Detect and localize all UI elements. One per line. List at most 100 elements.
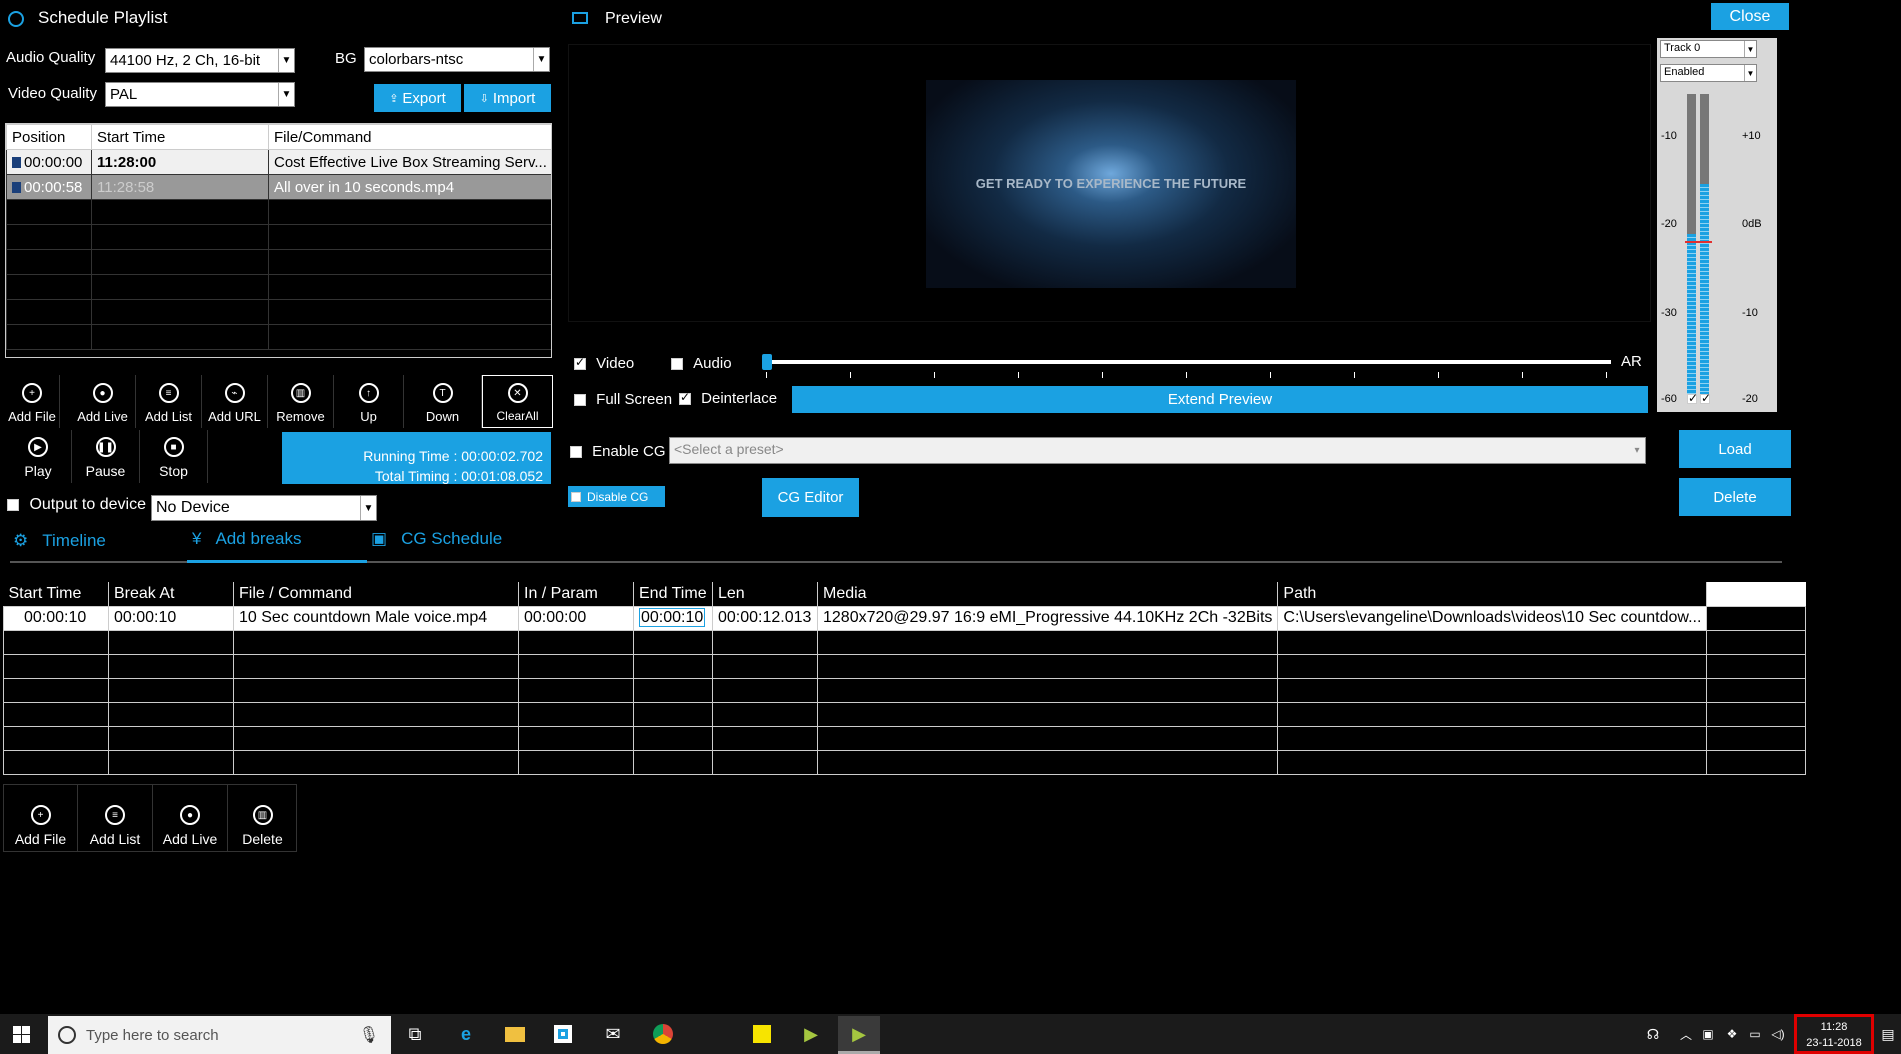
stop-button[interactable]: ■ Stop — [140, 430, 208, 483]
position-slider-thumb[interactable] — [762, 354, 772, 370]
add-live-button[interactable]: ● Add Live — [70, 375, 136, 428]
remove-button[interactable]: ▥ Remove — [268, 375, 334, 428]
column-header-len[interactable]: Len — [712, 582, 818, 607]
monitor-icon — [572, 12, 588, 24]
tab-add-breaks[interactable]: ¥ Add breaks — [192, 529, 301, 549]
table-row — [6, 299, 551, 325]
column-header-start-time[interactable]: Start Time — [91, 124, 269, 150]
mail-icon[interactable]: ✉ — [601, 1022, 625, 1046]
disable-cg-button[interactable]: Disable CG — [568, 486, 665, 507]
dropbox-icon[interactable]: ❖ — [1720, 1022, 1744, 1046]
output-device-checkbox[interactable] — [7, 498, 19, 511]
network-icon[interactable]: ▭ — [1743, 1022, 1767, 1046]
scroll-left-icon[interactable]: ‹ — [8, 356, 12, 357]
preview-title: Preview — [605, 10, 662, 27]
microphone-icon[interactable]: 🎙 — [359, 1025, 379, 1045]
clear-all-button[interactable]: ✕ ClearAll — [482, 375, 553, 428]
tray-app-icon[interactable]: ▣ — [1696, 1022, 1720, 1046]
video-quality-label: Video Quality — [8, 85, 97, 102]
column-header-file-command[interactable]: File / Command — [233, 582, 519, 607]
row-file: Cost Effective Live Box Streaming Serv..… — [268, 149, 551, 175]
table-row — [3, 653, 1806, 679]
clock[interactable]: 11:28 23-11-2018 — [1794, 1014, 1874, 1054]
preset-select[interactable]: <Select a preset> ▾ — [669, 437, 1646, 464]
break-at: 00:00:10 — [108, 605, 234, 631]
table-row[interactable]: 00:00:00 11:28:00 Cost Effective Live Bo… — [6, 149, 551, 175]
video-quality-select[interactable]: PAL ▼ — [105, 82, 295, 107]
break-add-list-button[interactable]: ≡ Add List — [78, 785, 153, 851]
volume-icon[interactable]: ◁) — [1766, 1022, 1790, 1046]
file-explorer-icon[interactable] — [503, 1022, 527, 1046]
deinterlace-checkbox-row: Deinterlace — [679, 390, 777, 407]
stop-icon: ■ — [163, 437, 184, 457]
load-button[interactable]: Load — [1679, 430, 1791, 468]
add-live-icon: ● — [92, 383, 113, 403]
meter-left-checkbox[interactable] — [1687, 391, 1698, 405]
position-slider-track[interactable] — [766, 360, 1611, 364]
add-url-button[interactable]: ⌁ Add URL — [202, 375, 268, 428]
windows-start-icon[interactable] — [13, 1026, 30, 1043]
down-button[interactable]: T Down — [404, 375, 482, 428]
column-header-media[interactable]: Media — [816, 582, 1279, 607]
tray-chevron-up-icon[interactable]: ︿ — [1674, 1022, 1698, 1046]
bg-select[interactable]: colorbars-ntsc ▼ — [364, 47, 550, 72]
chrome-icon[interactable] — [651, 1022, 675, 1046]
store-icon[interactable] — [551, 1022, 575, 1046]
audio-checkbox[interactable] — [671, 358, 683, 371]
delete-cg-button[interactable]: Delete — [1679, 478, 1791, 516]
column-header-blank — [1706, 582, 1806, 606]
track-select[interactable]: Track 0 ▼ — [1660, 40, 1757, 58]
break-delete-label: Delete — [242, 831, 283, 847]
notification-icon[interactable]: ▤ — [1876, 1022, 1900, 1046]
column-header-file[interactable]: File/Command — [268, 124, 551, 150]
task-view-icon[interactable]: ⧉ — [403, 1022, 427, 1046]
pause-button[interactable]: ❚❚ Pause — [72, 430, 140, 483]
export-button[interactable]: ⇪ Export — [374, 84, 461, 112]
break-delete-button[interactable]: ▥ Delete — [228, 785, 297, 851]
people-icon[interactable]: ☊ — [1641, 1022, 1665, 1046]
media-player-icon[interactable]: ▶ — [799, 1022, 823, 1046]
audio-quality-select[interactable]: 44100 Hz, 2 Ch, 16-bit ▼ — [105, 48, 295, 73]
tab-cg-schedule[interactable]: ▣ CG Schedule — [371, 529, 502, 549]
sticky-notes-icon[interactable] — [750, 1022, 774, 1046]
enable-cg-checkbox[interactable] — [570, 446, 582, 459]
break-add-file-button[interactable]: + Add File — [4, 785, 78, 851]
column-header-path[interactable]: Path — [1277, 582, 1708, 607]
close-button[interactable]: Close — [1711, 3, 1789, 30]
enabled-select[interactable]: Enabled ▼ — [1660, 64, 1757, 82]
active-app-icon[interactable]: ▶ — [847, 1022, 871, 1046]
add-list-button[interactable]: ≡ Add List — [136, 375, 202, 428]
break-end-input[interactable]: 00:00:10 — [639, 608, 706, 627]
fullscreen-checkbox[interactable] — [574, 394, 586, 407]
chevron-down-icon: ▼ — [533, 48, 549, 71]
break-add-live-button[interactable]: ● Add Live — [153, 785, 228, 851]
deinterlace-checkbox[interactable] — [679, 390, 691, 406]
column-header-position[interactable]: Position — [6, 124, 92, 150]
extend-preview-button[interactable]: Extend Preview — [792, 386, 1648, 413]
breaks-toolbar: + Add File ≡ Add List ● Add Live ▥ Delete — [3, 784, 297, 852]
tab-timeline[interactable]: ⚙ Timeline — [13, 531, 106, 551]
taskbar-search-box[interactable]: Type here to search 🎙 — [48, 1016, 391, 1054]
add-file-button[interactable]: + Add File — [5, 375, 60, 428]
up-button[interactable]: ↑ Up — [334, 375, 404, 428]
track-value: Track 0 — [1664, 42, 1701, 54]
import-button[interactable]: ⇩ Import — [464, 84, 551, 112]
break-in: 00:00:00 — [518, 605, 634, 631]
break-add-list-label: Add List — [89, 831, 141, 847]
column-header-break-at[interactable]: Break At — [108, 582, 234, 607]
column-header-in-param[interactable]: In / Param — [518, 582, 634, 607]
meter-right-checkbox[interactable] — [1700, 391, 1711, 405]
arrow-up-icon: ↑ — [358, 383, 379, 403]
scroll-right-icon[interactable]: › — [546, 356, 550, 357]
column-header-start-time[interactable]: Start Time — [3, 582, 109, 607]
table-row[interactable]: 00:00:10 00:00:10 10 Sec countdown Male … — [3, 605, 1806, 631]
video-checkbox[interactable] — [574, 355, 586, 371]
play-button[interactable]: ▶ Play — [5, 430, 72, 483]
column-header-end-time[interactable]: End Time — [633, 582, 713, 607]
cg-editor-button[interactable]: CG Editor — [762, 478, 859, 517]
table-row[interactable]: 00:00:58 11:28:58 All over in 10 seconds… — [6, 174, 551, 200]
device-select[interactable]: No Device ▼ — [151, 495, 377, 521]
edge-icon[interactable]: e — [454, 1022, 478, 1046]
video-label: Video — [596, 355, 635, 372]
playlist-table: Position Start Time File/Command 00:00:0… — [6, 124, 551, 350]
